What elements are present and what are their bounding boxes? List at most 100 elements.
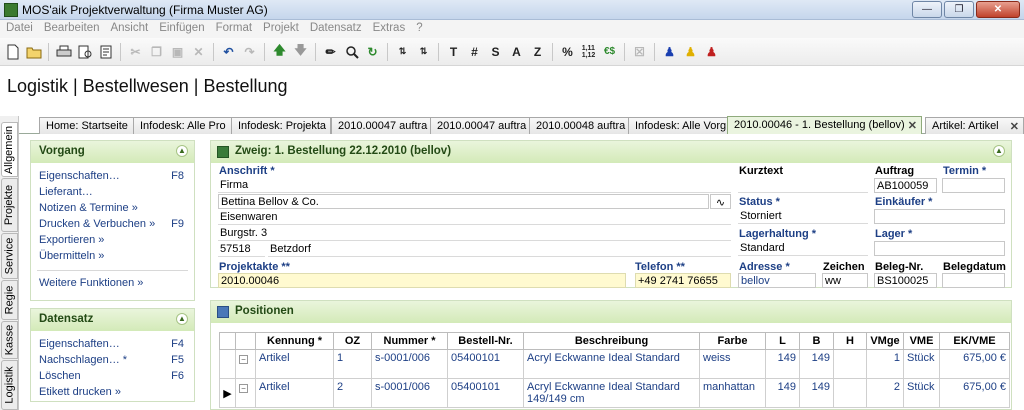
- menu-datei[interactable]: Datei: [2, 20, 40, 38]
- decimal-format-button[interactable]: 1,11 1,12: [578, 41, 599, 63]
- arrow-down-icon[interactable]: 🡇: [290, 41, 311, 63]
- row-selector[interactable]: [219, 349, 236, 379]
- table-row[interactable]: ▶ − Artikel 2 s-0001/006 05400101 Acryl …: [219, 378, 1010, 408]
- format-hash-button[interactable]: #: [464, 41, 485, 63]
- vorgang-header[interactable]: Vorgang ▲: [31, 141, 194, 163]
- cell-bestellnr[interactable]: 05400101: [447, 349, 524, 379]
- cell-vme[interactable]: Stück: [903, 349, 940, 379]
- ltab-allgemein[interactable]: Allgemein: [1, 122, 18, 177]
- kurztext-field[interactable]: [738, 178, 868, 193]
- telefon-field[interactable]: +49 2741 76655: [635, 273, 731, 288]
- lager-field[interactable]: [874, 241, 1005, 256]
- doc-tab-bestellung[interactable]: 2010.00046 - 1. Bestellung (bellov) ✕: [727, 116, 922, 134]
- close-tab-icon[interactable]: ✕: [1010, 120, 1019, 133]
- cell-beschreibung[interactable]: Acryl Eckwanne Ideal Standard 149/149 cm: [523, 378, 700, 408]
- redo-icon[interactable]: ↷: [239, 41, 260, 63]
- cell-bestellnr[interactable]: 05400101: [447, 378, 524, 408]
- ltab-logistik[interactable]: Logistik: [1, 360, 18, 410]
- percent-button[interactable]: %: [557, 41, 578, 63]
- address-lookup-icon[interactable]: ∿: [710, 194, 731, 209]
- menu-projekt[interactable]: Projekt: [259, 20, 306, 38]
- menu-einfuegen[interactable]: Einfügen: [155, 20, 211, 38]
- col-bestellnr[interactable]: Bestell-Nr.: [447, 332, 524, 350]
- adresse-field[interactable]: bellov: [738, 273, 816, 288]
- new-document-icon[interactable]: [2, 41, 23, 63]
- close-button[interactable]: ✕: [976, 1, 1020, 18]
- col-farbe[interactable]: Farbe: [699, 332, 766, 350]
- belegdatum-field[interactable]: [942, 273, 1005, 288]
- cell-nummer[interactable]: s-0001/006: [371, 378, 448, 408]
- datensatz-loeschen[interactable]: Löschen F6: [31, 369, 194, 385]
- cell-farbe[interactable]: manhattan: [699, 378, 766, 408]
- doc-tab-auftrag-1[interactable]: 2010.00047 auftra: [331, 117, 431, 134]
- ltab-service[interactable]: Service: [1, 233, 18, 279]
- menu-bearbeiten[interactable]: Bearbeiten: [40, 20, 107, 38]
- cell-l[interactable]: 149: [765, 349, 800, 379]
- termin-field[interactable]: [942, 178, 1005, 193]
- einkaeufer-field[interactable]: [874, 209, 1005, 224]
- cell-h[interactable]: [833, 349, 867, 379]
- projektakte-field[interactable]: 2010.00046: [218, 273, 626, 288]
- col-vme[interactable]: VME: [903, 332, 940, 350]
- collapse-icon[interactable]: ▲: [176, 145, 188, 157]
- expand-icon[interactable]: −: [235, 378, 256, 408]
- doc-tab-infodesk-projekte[interactable]: Infodesk: Alle Pro: [133, 117, 233, 134]
- format-t-button[interactable]: T: [443, 41, 464, 63]
- delete-icon[interactable]: ✕: [188, 41, 209, 63]
- menu-help[interactable]: ?: [412, 20, 429, 38]
- belegnr-field[interactable]: BS100025: [874, 273, 937, 288]
- menu-ansicht[interactable]: Ansicht: [106, 20, 155, 38]
- vorgang-notizen-termine[interactable]: Notizen & Termine »: [31, 201, 194, 217]
- datensatz-nachschlagen[interactable]: Nachschlagen… * F5: [31, 353, 194, 369]
- cell-b[interactable]: 149: [799, 349, 834, 379]
- cell-beschreibung[interactable]: Acryl Eckwanne Ideal Standard: [523, 349, 700, 379]
- user-red-icon[interactable]: ♟: [701, 41, 722, 63]
- datensatz-eigenschaften[interactable]: Eigenschaften… F4: [31, 337, 194, 353]
- col-b[interactable]: B: [799, 332, 834, 350]
- close-tab-icon[interactable]: ✕: [908, 119, 917, 132]
- zeichen-field[interactable]: ww: [822, 273, 868, 288]
- weitere-funktionen-link[interactable]: Weitere Funktionen »: [31, 276, 194, 292]
- col-l[interactable]: L: [765, 332, 800, 350]
- cell-kennung[interactable]: Artikel: [255, 349, 334, 379]
- user-blue-icon[interactable]: ♟: [659, 41, 680, 63]
- plz-field[interactable]: 57518: [218, 242, 265, 257]
- collapse-icon[interactable]: ▲: [176, 313, 188, 325]
- cell-ek-vme[interactable]: 675,00 €: [939, 349, 1010, 379]
- cell-kennung[interactable]: Artikel: [255, 378, 334, 408]
- preview-icon[interactable]: [95, 41, 116, 63]
- address-line-4[interactable]: Burgstr. 3: [218, 226, 731, 241]
- cell-l[interactable]: 149: [765, 378, 800, 408]
- collapse-icon[interactable]: ▲: [993, 145, 1005, 157]
- cell-oz[interactable]: 1: [333, 349, 372, 379]
- ort-field[interactable]: Betzdorf: [268, 242, 731, 257]
- vorgang-eigenschaften[interactable]: Eigenschaften… F8: [31, 169, 194, 185]
- print-preview-icon[interactable]: [74, 41, 95, 63]
- refresh-icon[interactable]: ↻: [362, 41, 383, 63]
- col-oz[interactable]: OZ: [333, 332, 372, 350]
- doc-tab-home[interactable]: Home: Startseite: [39, 117, 137, 134]
- col-beschreibung[interactable]: Beschreibung: [523, 332, 700, 350]
- col-nummer[interactable]: Nummer *: [371, 332, 448, 350]
- paste-icon[interactable]: ▣: [167, 41, 188, 63]
- menu-datensatz[interactable]: Datensatz: [306, 20, 369, 38]
- cell-b[interactable]: 149: [799, 378, 834, 408]
- vorgang-uebermitteln[interactable]: Übermitteln »: [31, 249, 194, 265]
- address-line-2[interactable]: Bettina Bellov & Co.: [218, 194, 709, 209]
- vorgang-lieferant[interactable]: Lieferant…: [31, 185, 194, 201]
- user-yellow-icon[interactable]: ♟: [680, 41, 701, 63]
- col-vmge[interactable]: VMge: [866, 332, 904, 350]
- vorgang-exportieren[interactable]: Exportieren »: [31, 233, 194, 249]
- format-s-button[interactable]: S: [485, 41, 506, 63]
- doc-tab-artikel[interactable]: Artikel: Artikel ✕: [925, 117, 1024, 134]
- open-folder-icon[interactable]: [23, 41, 44, 63]
- menu-extras[interactable]: Extras: [369, 20, 413, 38]
- doc-tab-infodesk-projektakte[interactable]: Infodesk: Projekta: [231, 117, 331, 134]
- cell-vmge[interactable]: 1: [866, 349, 904, 379]
- col-h[interactable]: H: [833, 332, 867, 350]
- vorgang-drucken-verbuchen[interactable]: Drucken & Verbuchen » F9: [31, 217, 194, 233]
- format-a-button[interactable]: A: [506, 41, 527, 63]
- table-row[interactable]: − Artikel 1 s-0001/006 05400101 Acryl Ec…: [219, 349, 1010, 379]
- print-icon[interactable]: [53, 41, 74, 63]
- ltab-regie[interactable]: Regie: [1, 280, 18, 320]
